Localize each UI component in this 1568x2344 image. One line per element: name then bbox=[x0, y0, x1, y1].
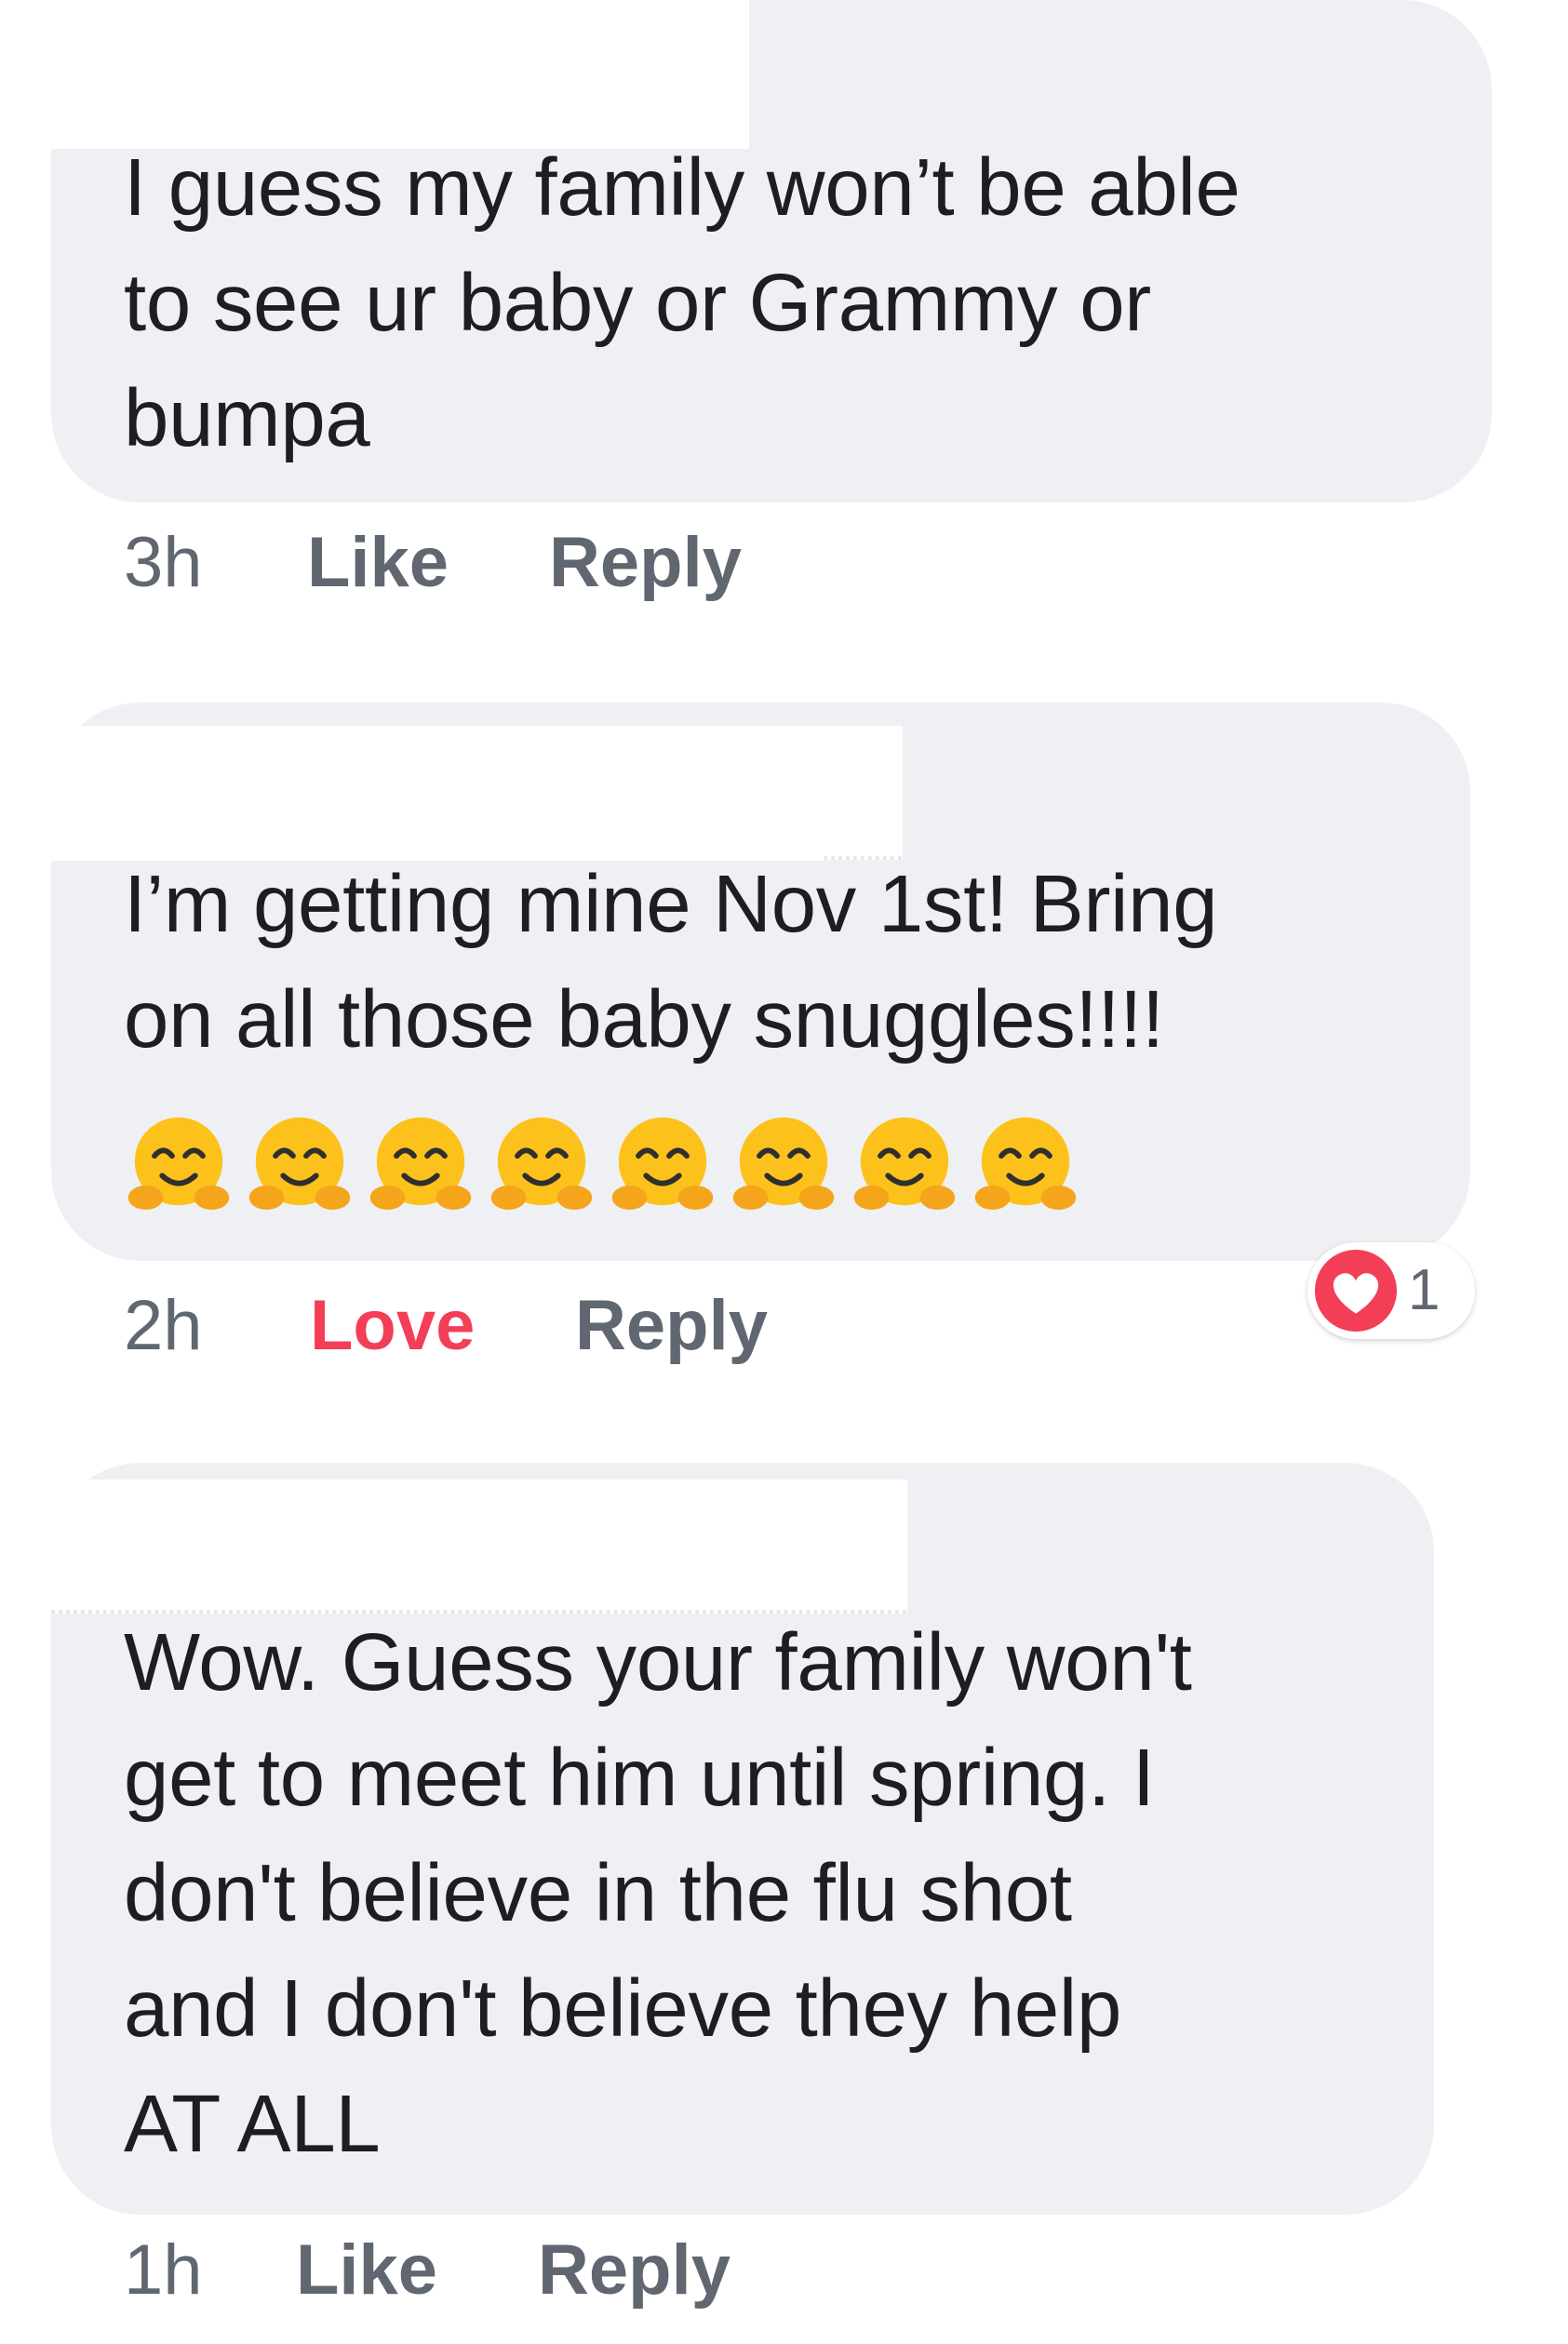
comment-time: 3h bbox=[124, 523, 203, 602]
hugging-face-icon bbox=[490, 1117, 593, 1211]
reply-button[interactable]: Reply bbox=[538, 2229, 730, 2312]
comment-text: I’m getting mine Nov 1st! Bring on all t… bbox=[124, 859, 1218, 1065]
comment-meta: 1h Like Reply bbox=[0, 2229, 1568, 2312]
hugging-face-icon bbox=[248, 1117, 351, 1211]
hug-emoji-row bbox=[124, 1112, 1110, 1233]
like-button[interactable]: Like bbox=[296, 2229, 437, 2312]
comment-text: Wow. Guess your family won't get to meet… bbox=[124, 1617, 1192, 2169]
reply-button[interactable]: Reply bbox=[575, 1284, 768, 1368]
comment-time: 1h bbox=[124, 2230, 203, 2310]
comment-time: 2h bbox=[124, 1286, 203, 1365]
hugging-face-icon bbox=[127, 1117, 230, 1211]
hugging-face-icon bbox=[732, 1117, 835, 1211]
hugging-face-icon bbox=[853, 1117, 956, 1211]
love-button[interactable]: Love bbox=[310, 1284, 475, 1368]
redacted-name bbox=[51, 1545, 824, 1610]
comment-meta: 3h Like Reply bbox=[0, 521, 1568, 605]
comment-text: I guess my family won’t be able to see u… bbox=[124, 142, 1240, 463]
hugging-face-icon bbox=[611, 1117, 714, 1211]
reply-button[interactable]: Reply bbox=[549, 521, 742, 605]
hugging-face-icon bbox=[974, 1117, 1077, 1211]
comment-meta: 2h Love Reply bbox=[0, 1284, 1568, 1368]
like-button[interactable]: Like bbox=[307, 521, 449, 605]
redacted-name bbox=[0, 0, 749, 149]
hugging-face-icon bbox=[369, 1117, 472, 1211]
